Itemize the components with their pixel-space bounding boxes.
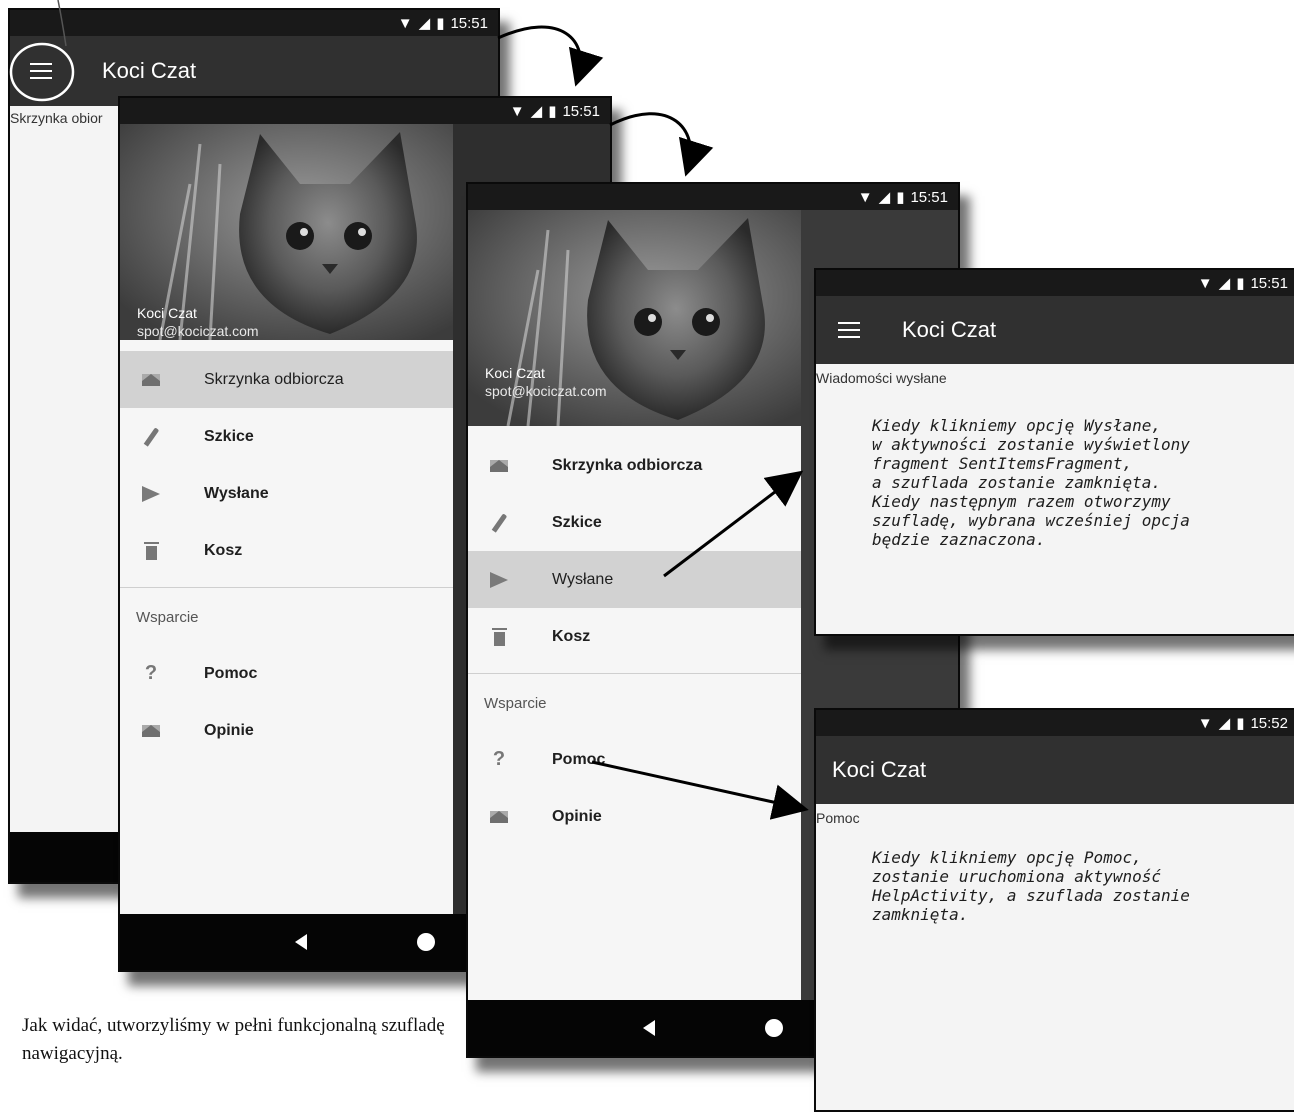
caption-text: Jak widać, utworzyliśmy w pełni funkcjon…: [22, 1015, 445, 1064]
envelope-icon: [488, 806, 510, 828]
toolbar: Koci Czat: [816, 736, 1294, 804]
menu-item-inbox[interactable]: Skrzynka odbiorcza: [468, 437, 801, 494]
screen-5-help: ▼ ◢ ▮ 15:52 Koci Czat Pomoc Kiedy klikni…: [814, 708, 1294, 1112]
battery-icon: ▮: [1236, 275, 1245, 292]
pencil-icon: [488, 512, 510, 534]
menu-icon[interactable]: [838, 322, 860, 338]
content-label: Pomoc: [816, 810, 860, 826]
annotation-help: Kiedy klikniemy opcję Pomoc, zostanie ur…: [872, 848, 1190, 924]
annotation-sent: Kiedy klikniemy opcję Wysłane, w aktywno…: [872, 416, 1190, 549]
send-icon: [488, 569, 510, 591]
drawer-header: Koci Czat spot@kociczat.com: [120, 124, 453, 340]
wifi-icon: ▼: [1197, 274, 1213, 292]
menu-item-label: Szkice: [204, 427, 254, 445]
flow-arrow-1: [497, 25, 604, 87]
toolbar: Koci Czat: [816, 296, 1294, 364]
menu-item-help[interactable]: ? Pomoc: [120, 645, 453, 702]
signal-icon: ◢: [878, 189, 891, 206]
menu-item-drafts[interactable]: Szkice: [468, 494, 801, 551]
menu-item-label: Wysłane: [552, 570, 614, 588]
pencil-icon: [140, 426, 162, 448]
app-title: Koci Czat: [902, 317, 997, 342]
wifi-icon: ▼: [857, 188, 873, 206]
menu-item-feedback[interactable]: Opinie: [468, 788, 801, 845]
menu-item-drafts[interactable]: Szkice: [120, 408, 453, 465]
wifi-icon: ▼: [1197, 714, 1213, 732]
section-header-support: Wsparcie: [136, 609, 199, 626]
content-label: Wiadomości wysłane: [816, 370, 947, 386]
status-bar: ▼ ◢ ▮ 15:51: [120, 98, 610, 124]
navigation-drawer: Koci Czat spot@kociczat.com Skrzynka odb…: [120, 124, 453, 914]
menu-item-trash[interactable]: Kosz: [468, 608, 801, 665]
menu-item-label: Wysłane: [204, 484, 269, 502]
drawer-header-email: spot@kociczat.com: [485, 383, 607, 399]
navigation-drawer: Koci Czat spot@kociczat.com Skrzynka odb…: [468, 210, 801, 1000]
battery-icon: ▮: [436, 15, 445, 32]
menu-item-label: Szkice: [552, 513, 602, 531]
divider: [120, 587, 453, 588]
menu-icon[interactable]: [30, 63, 52, 79]
menu-item-label: Pomoc: [552, 750, 606, 768]
back-icon[interactable]: [643, 1020, 655, 1036]
trash-icon: [488, 626, 510, 648]
status-bar: ▼ ◢ ▮ 15:52: [816, 710, 1294, 736]
drawer-header-name: Koci Czat: [485, 365, 545, 381]
signal-icon: ◢: [530, 103, 543, 120]
status-bar: ▼ ◢ ▮ 15:51: [10, 10, 498, 36]
clock: 15:52: [1250, 714, 1288, 732]
signal-icon: ◢: [418, 15, 431, 32]
menu-item-label: Skrzynka odbiorcza: [552, 456, 703, 474]
send-icon: [140, 483, 162, 505]
wifi-icon: ▼: [397, 14, 413, 32]
drawer-header: Koci Czat spot@kociczat.com: [468, 210, 801, 426]
battery-icon: ▮: [1236, 715, 1245, 732]
app-title: Koci Czat: [102, 58, 197, 83]
menu-item-sent[interactable]: Wysłane: [468, 551, 801, 608]
signal-icon: ◢: [1218, 275, 1231, 292]
home-icon[interactable]: [417, 933, 435, 951]
question-icon: ?: [492, 748, 506, 770]
envelope-icon: [140, 369, 162, 391]
flow-arrow-2: [609, 112, 714, 177]
wifi-icon: ▼: [509, 102, 525, 120]
menu-item-inbox[interactable]: Skrzynka odbiorcza: [120, 351, 453, 408]
clock: 15:51: [562, 102, 600, 120]
trash-icon: [140, 540, 162, 562]
clock: 15:51: [450, 14, 488, 32]
menu-item-label: Kosz: [552, 627, 591, 645]
menu-item-label: Opinie: [552, 807, 602, 825]
signal-icon: ◢: [1218, 715, 1231, 732]
menu-item-trash[interactable]: Kosz: [120, 522, 453, 579]
screen-4-sent: ▼ ◢ ▮ 15:51 Koci Czat Wiadomości wysłane…: [814, 268, 1294, 636]
divider: [468, 673, 801, 674]
menu-item-label: Kosz: [204, 541, 243, 559]
status-bar: ▼ ◢ ▮ 15:51: [468, 184, 958, 210]
menu-item-label: Skrzynka odbiorcza: [204, 370, 344, 388]
content-label: Skrzynka obior: [10, 110, 103, 126]
home-icon[interactable]: [765, 1019, 783, 1037]
app-title: Koci Czat: [832, 757, 927, 782]
menu-item-help[interactable]: ? Pomoc: [468, 731, 801, 788]
battery-icon: ▮: [548, 103, 557, 120]
envelope-icon: [140, 720, 162, 742]
clock: 15:51: [910, 188, 948, 206]
battery-icon: ▮: [896, 189, 905, 206]
question-icon: ?: [144, 662, 158, 684]
drawer-header-email: spot@kociczat.com: [137, 323, 259, 339]
menu-item-label: Opinie: [204, 721, 254, 739]
menu-item-sent[interactable]: Wysłane: [120, 465, 453, 522]
status-bar: ▼ ◢ ▮ 15:51: [816, 270, 1294, 296]
back-icon[interactable]: [295, 934, 307, 950]
drawer-header-name: Koci Czat: [137, 305, 197, 321]
section-header-support: Wsparcie: [484, 695, 547, 712]
menu-item-label: Pomoc: [204, 664, 258, 682]
menu-item-feedback[interactable]: Opinie: [120, 702, 453, 759]
envelope-icon: [488, 455, 510, 477]
clock: 15:51: [1250, 274, 1288, 292]
